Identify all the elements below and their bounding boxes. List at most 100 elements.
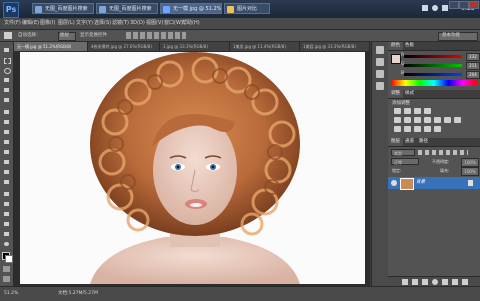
quick-mask-button[interactable] — [3, 266, 10, 272]
healing-brush-tool-button[interactable] — [2, 108, 11, 116]
blend-mode-dropdown[interactable]: 正常 — [391, 158, 419, 165]
layer-name[interactable]: 背景 — [416, 179, 425, 185]
eraser-tool-button[interactable] — [2, 148, 11, 156]
marquee-tool-button[interactable] — [2, 56, 11, 64]
tab-color[interactable]: 颜色 — [388, 42, 403, 50]
folder-icon[interactable] — [442, 279, 448, 285]
blue-value[interactable]: 204 — [466, 71, 480, 79]
type-tool-button[interactable] — [2, 200, 11, 208]
auto-select-checkbox-label[interactable]: 自动选择： — [18, 32, 41, 39]
tab-channels[interactable]: 通道 — [402, 138, 417, 146]
pen-tool-button[interactable] — [2, 190, 11, 198]
adjustment-layer-icon[interactable] — [432, 279, 438, 285]
menu-item-image[interactable]: 图像(I) — [40, 18, 55, 29]
background-color-swatch[interactable] — [5, 255, 13, 263]
document-size[interactable]: 文档:5.27M/5.27M — [58, 289, 98, 299]
tab-styles[interactable]: 样式 — [402, 90, 417, 98]
exposure-icon[interactable] — [424, 108, 431, 114]
lasso-tool-button[interactable] — [2, 66, 11, 74]
black-white-icon[interactable] — [424, 117, 431, 123]
document-canvas[interactable] — [20, 52, 365, 284]
align-buttons-group[interactable] — [126, 32, 186, 39]
menu-item-filter[interactable]: 滤镜(T) — [112, 18, 129, 29]
menu-item-3d[interactable]: 3D(D) — [130, 18, 145, 29]
levels-icon[interactable] — [404, 108, 411, 114]
shape-tool-button[interactable] — [2, 220, 11, 228]
green-value[interactable]: 211 — [466, 62, 480, 70]
path-select-tool-button[interactable] — [2, 210, 11, 218]
menu-item-window[interactable]: 窗口(W) — [164, 18, 183, 29]
red-value[interactable]: 232 — [466, 53, 480, 61]
tab-paths[interactable]: 路径 — [416, 138, 431, 146]
new-layer-icon[interactable] — [452, 279, 458, 285]
photoshop-app-icon[interactable]: Ps — [3, 2, 19, 18]
vibrance-icon[interactable] — [394, 117, 401, 123]
taskbar-tab-3[interactable]: 无一模 jpg @ 51.2% — [160, 3, 222, 14]
link-layers-icon[interactable] — [402, 279, 408, 285]
menu-item-view[interactable]: 视图(V) — [146, 18, 163, 29]
screen-mode-button[interactable] — [3, 276, 10, 282]
tab-swatches[interactable]: 色板 — [402, 42, 417, 50]
doc-tab[interactable]: 1美发.jpg @ 11.4%(RGB/8) — [230, 42, 300, 51]
opacity-value[interactable]: 100% — [461, 158, 479, 167]
crop-tool-button[interactable] — [2, 86, 11, 94]
doc-tab[interactable]: 1美容.jpg @ 33.3%(RGB/8) — [300, 42, 370, 51]
tab-adjustments[interactable]: 调整 — [388, 90, 403, 98]
history-panel-icon[interactable] — [376, 46, 384, 54]
character-panel-icon[interactable] — [376, 70, 384, 78]
layer-kind-filter[interactable]: 类型 — [391, 149, 415, 156]
history-brush-tool-button[interactable] — [2, 138, 11, 146]
window-minimize-button[interactable] — [449, 1, 459, 9]
volume-icon[interactable] — [432, 5, 438, 11]
doc-tab[interactable]: 4卷发模特.jpg @ 27.6%(RGB/8) — [88, 42, 160, 51]
menu-item-type[interactable]: 文字(Y) — [76, 18, 93, 29]
brightness-contrast-icon[interactable] — [394, 108, 401, 114]
fx-icon[interactable] — [412, 279, 418, 285]
brush-tool-button[interactable] — [2, 118, 11, 126]
threshold-icon[interactable] — [414, 126, 421, 132]
hand-tool-button[interactable] — [2, 230, 11, 238]
zoom-tool-button[interactable] — [2, 240, 11, 248]
paragraph-panel-icon[interactable] — [376, 82, 384, 90]
eyedropper-tool-button[interactable] — [2, 96, 11, 104]
hue-saturation-icon[interactable] — [404, 117, 411, 123]
network-icon[interactable] — [422, 5, 428, 11]
taskbar-tab-4[interactable]: 图片对比 — [224, 3, 270, 14]
foreground-color-swatch[interactable] — [391, 54, 401, 64]
dodge-tool-button[interactable] — [2, 178, 11, 186]
invert-icon[interactable] — [394, 126, 401, 132]
mask-icon[interactable] — [422, 279, 428, 285]
taskbar-tab-2[interactable]: 无图_百度图片搜索 — [96, 3, 158, 14]
show-transform-controls-checkbox[interactable]: 显示变换控件 — [80, 32, 107, 39]
blue-slider[interactable] — [404, 73, 462, 76]
posterize-icon[interactable] — [404, 126, 411, 132]
window-close-button[interactable] — [469, 1, 479, 9]
layer-filter-icons[interactable] — [418, 150, 468, 155]
clone-stamp-tool-button[interactable] — [2, 128, 11, 136]
properties-panel-icon[interactable] — [376, 58, 384, 66]
doc-tab[interactable]: 1.jpg @ 33.3%(RGB/8) — [160, 42, 230, 51]
visibility-eye-icon[interactable] — [391, 180, 397, 186]
menu-item-layer[interactable]: 图层(L) — [58, 18, 75, 29]
green-slider[interactable] — [404, 64, 462, 67]
photo-filter-icon[interactable] — [434, 117, 441, 123]
curves-icon[interactable] — [414, 108, 421, 114]
menu-item-help[interactable]: 帮助(H) — [182, 18, 200, 29]
color-lookup-icon[interactable] — [454, 117, 461, 123]
fill-value[interactable]: 100% — [461, 167, 479, 176]
move-tool-icon[interactable] — [4, 32, 12, 39]
window-maximize-button[interactable] — [459, 1, 469, 9]
zoom-level[interactable]: 51.2% — [4, 289, 18, 299]
red-slider[interactable] — [404, 55, 462, 58]
input-method-icon[interactable] — [442, 5, 448, 11]
doc-tab-active[interactable]: 无一模.jpg @ 51.2%(RGB/8) — [14, 42, 88, 51]
trash-icon[interactable] — [462, 279, 468, 285]
selective-color-icon[interactable] — [434, 126, 441, 132]
color-balance-icon[interactable] — [414, 117, 421, 123]
menu-item-select[interactable]: 选择(S) — [94, 18, 111, 29]
layer-row-background[interactable]: 背景 — [388, 177, 480, 190]
color-ramp[interactable] — [391, 80, 477, 86]
menu-item-file[interactable]: 文件(F) — [4, 18, 21, 29]
channel-mixer-icon[interactable] — [444, 117, 451, 123]
tab-layers[interactable]: 图层 — [388, 138, 403, 146]
